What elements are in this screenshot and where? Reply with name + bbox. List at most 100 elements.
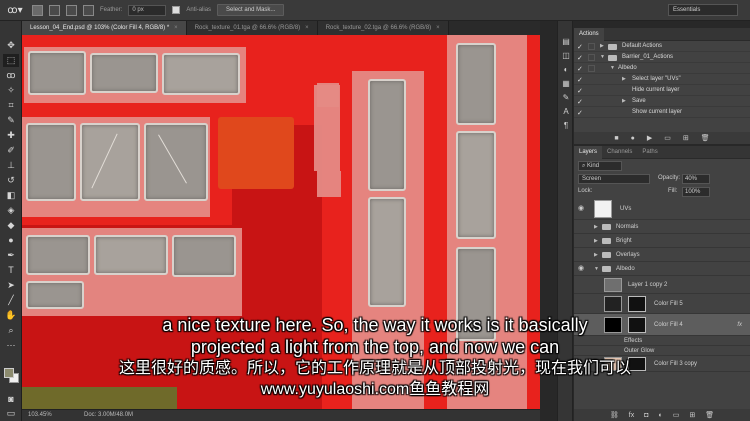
zoom-tool-icon[interactable]: ⌕ (3, 324, 19, 337)
effects-row[interactable]: Effects (574, 336, 750, 346)
magic-wand-icon[interactable]: ✧ (3, 84, 19, 97)
expand-arrow-icon[interactable]: ▶ (594, 248, 598, 262)
tab-paths[interactable]: Paths (637, 146, 662, 159)
healing-brush-icon[interactable]: ✚ (3, 129, 19, 142)
layer-row[interactable]: Layer 1 copy 2 (574, 276, 750, 294)
tab-channels[interactable]: Channels (602, 146, 637, 159)
collapse-arrow-icon[interactable]: ▼ (610, 63, 615, 74)
expand-arrow-icon[interactable]: ▶ (594, 220, 598, 234)
more-tools-icon[interactable]: ⋯ (3, 339, 19, 352)
tab-rock-texture-01[interactable]: Rock_texture_01.tga @ 66.6% (RGB/8) × (186, 21, 318, 35)
layer-group-row[interactable]: ◉ ▼ Albedo (574, 262, 750, 276)
new-layer-icon[interactable]: ⊞ (689, 411, 695, 419)
mask-icon[interactable]: ◘ (644, 412, 648, 419)
fx-icon[interactable]: fx (737, 314, 742, 336)
visibility-eye-icon[interactable]: ◉ (578, 198, 584, 220)
select-and-mask-button[interactable]: Select and Mask... (217, 4, 285, 16)
blend-mode-select[interactable]: Screen (578, 174, 650, 184)
action-step[interactable]: ✓ Hide current layer (574, 85, 750, 96)
swatches-icon[interactable]: ▦ (561, 79, 571, 89)
workspace-select[interactable]: Essentials (668, 4, 738, 16)
action-step[interactable]: ✓ ▶ Save (574, 96, 750, 107)
expand-arrow-icon[interactable]: ▶ (622, 96, 626, 107)
group-icon[interactable]: ▭ (673, 411, 680, 419)
dialog-toggle-icon[interactable] (588, 54, 595, 61)
foreground-color-swatch[interactable] (4, 368, 14, 378)
character-icon[interactable]: A (561, 107, 571, 117)
trash-icon[interactable]: 🗑 (701, 134, 710, 142)
paint-bucket-icon[interactable]: ◈ (3, 204, 19, 217)
action-item[interactable]: ✓ ▶ Default Actions (574, 41, 750, 52)
zoom-level[interactable]: 103.45% (28, 412, 52, 418)
line-tool-icon[interactable]: ╱ (3, 294, 19, 307)
dialog-toggle-icon[interactable] (588, 43, 595, 50)
play-icon[interactable]: ▶ (647, 134, 652, 142)
dodge-tool-icon[interactable]: ● (3, 234, 19, 247)
history-icon[interactable]: ▤ (561, 37, 571, 47)
close-icon[interactable]: × (305, 25, 309, 31)
tab-actions[interactable]: Actions (574, 28, 604, 41)
visibility-eye-icon[interactable]: ◉ (578, 314, 584, 336)
action-step[interactable]: ✓ ▶ Select layer "UVs" (574, 74, 750, 85)
type-tool-icon[interactable]: T (3, 264, 19, 277)
lasso-icon[interactable]: ꝏ (3, 69, 19, 82)
clone-stamp-icon[interactable]: ⊥ (3, 159, 19, 172)
action-step[interactable]: ✓ Show current layer (574, 107, 750, 118)
expand-arrow-icon[interactable]: ▶ (622, 74, 626, 85)
close-icon[interactable]: × (174, 25, 178, 31)
new-selection-icon[interactable] (32, 4, 43, 16)
trash-icon[interactable]: 🗑 (705, 411, 714, 419)
layer-row-selected[interactable]: ◉ Color Fill 4 fx (574, 314, 750, 336)
paragraph-icon[interactable]: ¶ (561, 121, 571, 131)
new-action-icon[interactable]: ⊞ (683, 134, 689, 142)
hand-tool-icon[interactable]: ✋ (3, 309, 19, 322)
opacity-input[interactable]: 40% (682, 174, 710, 184)
new-set-icon[interactable]: ▭ (664, 134, 671, 142)
eraser-icon[interactable]: ◧ (3, 189, 19, 202)
layer-group-row[interactable]: ▶ Overlays (574, 248, 750, 262)
collapse-arrow-icon[interactable]: ▼ (594, 262, 599, 276)
layer-group-row[interactable]: ▶ Bright (574, 234, 750, 248)
stop-icon[interactable]: ■ (614, 135, 618, 142)
move-tool-icon[interactable]: ✥ (3, 39, 19, 52)
screen-mode-icon[interactable]: ▭ (3, 407, 19, 420)
layer-row[interactable]: ◉ UVs (574, 198, 750, 220)
eyedropper-icon[interactable]: ✎ (3, 114, 19, 127)
brush-tool-icon[interactable]: ✐ (3, 144, 19, 157)
pen-tool-icon[interactable]: ✒ (3, 249, 19, 262)
collapse-arrow-icon[interactable]: ▼ (600, 52, 605, 63)
add-selection-icon[interactable] (49, 4, 60, 16)
crop-tool-icon[interactable]: ⌗ (3, 99, 19, 112)
checkmark-icon[interactable]: ✓ (577, 108, 585, 119)
feather-input[interactable]: 0 px (128, 4, 167, 16)
path-selection-icon[interactable]: ➤ (3, 279, 19, 292)
tab-lesson-04[interactable]: Lesson_04_End.psd @ 103% (Color Fill 4, … (22, 21, 187, 35)
close-icon[interactable]: × (436, 25, 440, 31)
intersect-selection-icon[interactable] (83, 4, 94, 16)
subtract-selection-icon[interactable] (66, 4, 77, 16)
kind-filter-select[interactable]: ⌕ Kind (578, 161, 622, 171)
link-icon[interactable]: ⛓ (610, 411, 619, 419)
layer-row[interactable]: Color Fill 5 (574, 294, 750, 314)
fx-icon[interactable]: fx (629, 412, 634, 419)
lasso-tool-icon[interactable]: ꝏ▾ (4, 3, 26, 18)
history-brush-icon[interactable]: ↺ (3, 174, 19, 187)
action-item[interactable]: ✓ ▼ Barrier_01_Actions (574, 52, 750, 63)
tab-rock-texture-02[interactable]: Rock_texture_02.tga @ 66.6% (RGB/8) × (317, 21, 449, 35)
adjustment-icon[interactable]: ◐ (658, 412, 662, 419)
fill-input[interactable]: 100% (682, 187, 710, 197)
record-icon[interactable]: ● (631, 135, 635, 142)
layer-row[interactable]: Color Fill 3 copy (574, 356, 750, 372)
effect-item[interactable]: Outer Glow (574, 346, 750, 356)
dialog-toggle-icon[interactable] (588, 65, 595, 72)
action-item[interactable]: ✓ ▼ Albedo (574, 63, 750, 74)
expand-arrow-icon[interactable]: ▶ (594, 234, 598, 248)
blur-tool-icon[interactable]: ◆ (3, 219, 19, 232)
brush-settings-icon[interactable]: ✎ (561, 93, 571, 103)
tab-layers[interactable]: Layers (574, 146, 603, 159)
anti-alias-checkbox[interactable] (172, 6, 181, 14)
layer-group-row[interactable]: ▶ Normals (574, 220, 750, 234)
expand-arrow-icon[interactable]: ▶ (600, 41, 604, 52)
quick-mask-icon[interactable]: ◙ (3, 393, 19, 406)
properties-icon[interactable]: ◫ (561, 51, 571, 61)
